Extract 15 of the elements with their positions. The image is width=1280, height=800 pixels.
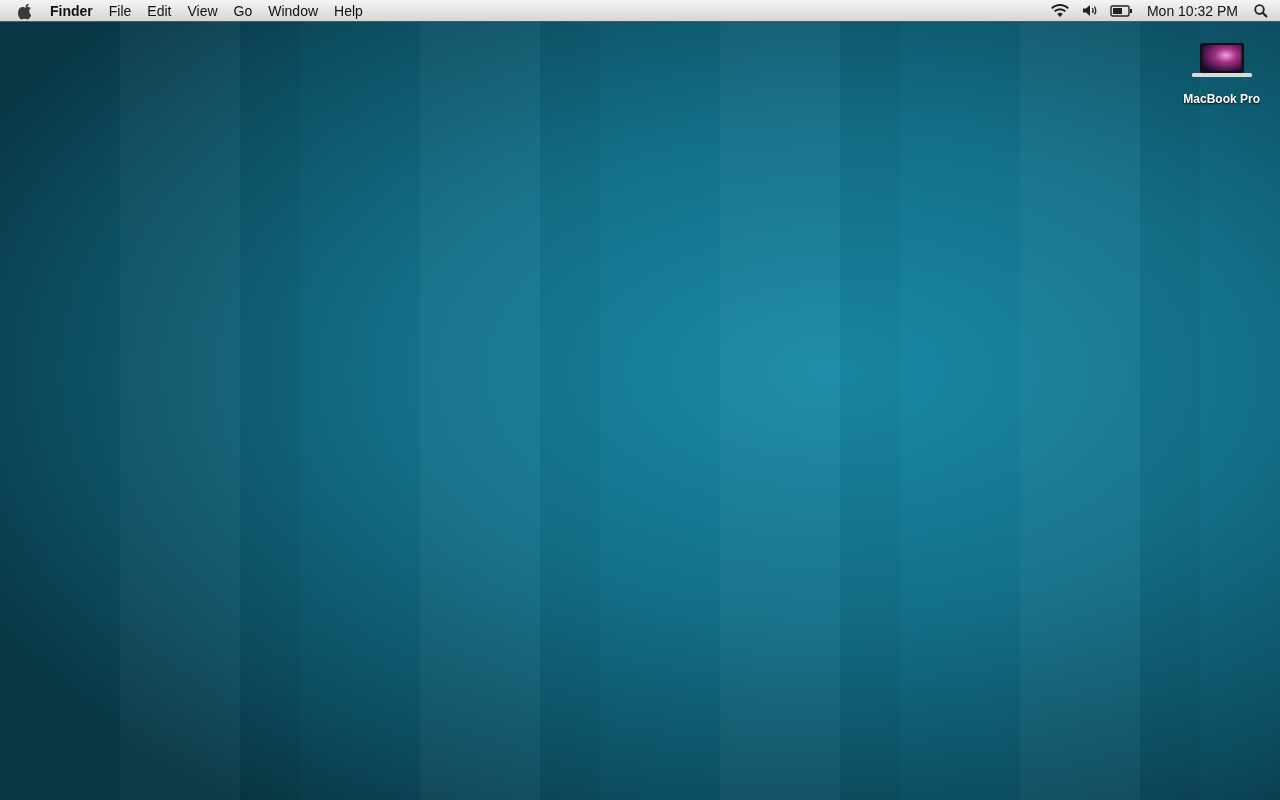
menu-item[interactable]: Go bbox=[233, 2, 253, 19]
search-icon[interactable] bbox=[1254, 3, 1268, 18]
menu-item[interactable]: Window bbox=[268, 2, 319, 19]
menu-item[interactable]: View bbox=[187, 2, 218, 19]
app-menu[interactable]: Finder bbox=[50, 2, 93, 19]
apple-logo-icon[interactable] bbox=[18, 1, 34, 20]
battery-icon[interactable] bbox=[1109, 4, 1133, 17]
wifi-icon[interactable] bbox=[1049, 3, 1070, 18]
menu-item[interactable]: File bbox=[108, 2, 132, 19]
volume-icon[interactable] bbox=[1081, 4, 1098, 17]
clock-menu[interactable]: Mon 10:32 PM bbox=[1146, 2, 1238, 19]
laptop-icon[interactable] bbox=[1191, 42, 1252, 78]
menu-item[interactable]: Edit bbox=[147, 2, 172, 19]
menu-item[interactable]: Help bbox=[334, 2, 363, 19]
icon-label[interactable]: MacBook Pro bbox=[1183, 92, 1260, 106]
